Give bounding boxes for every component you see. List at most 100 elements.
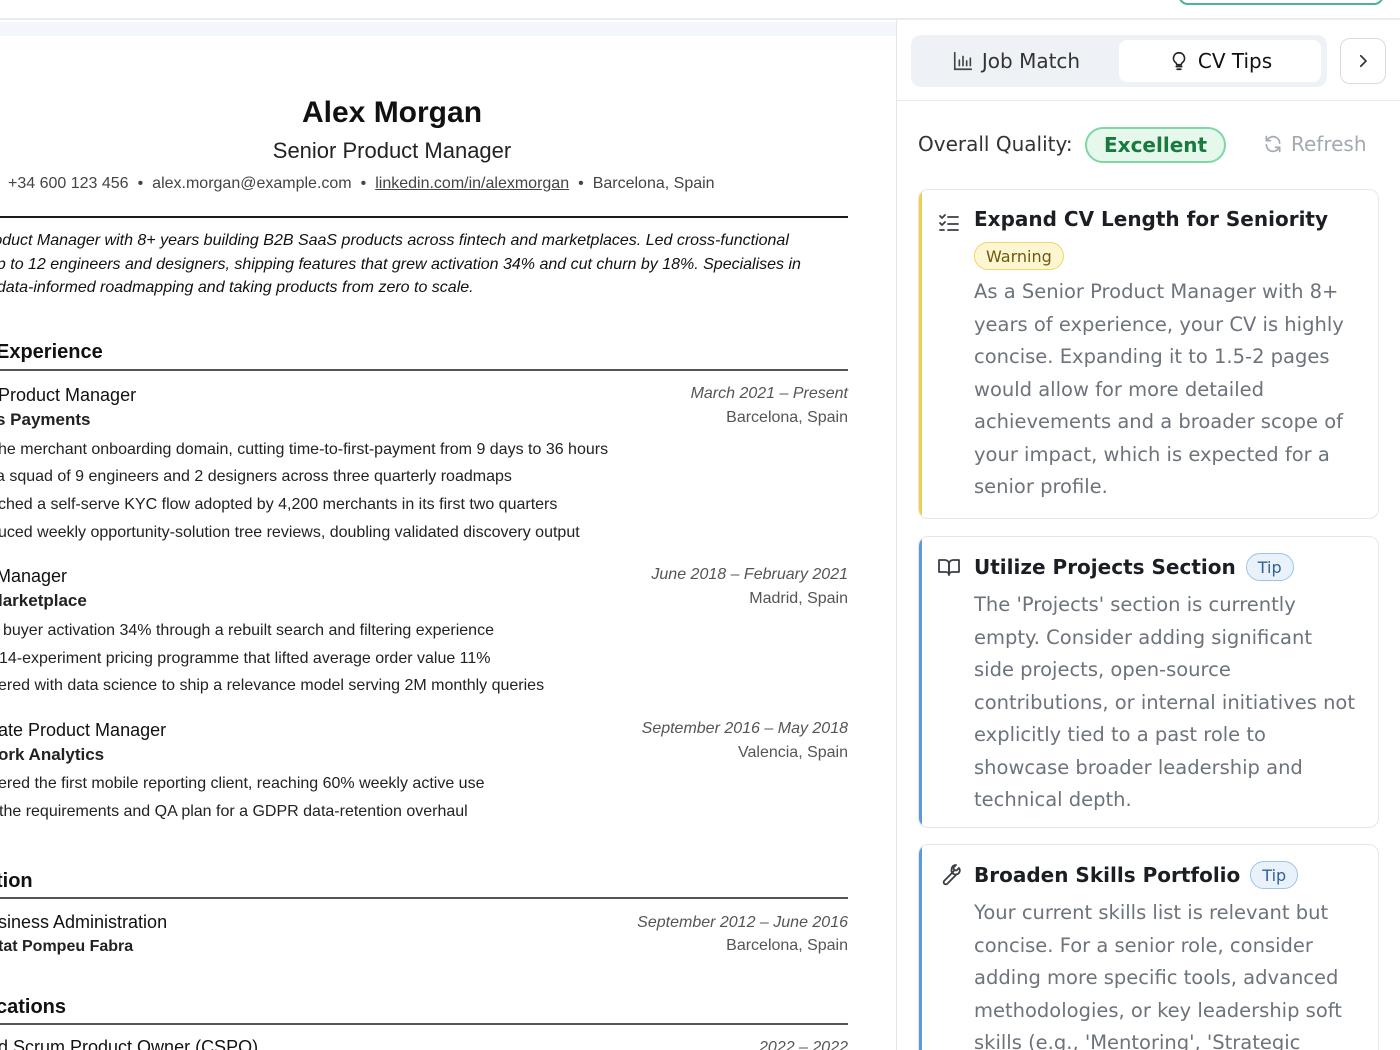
card-body-line: concise. Expanding it to 1.5-2 pages [974, 345, 1330, 368]
job-dates: September 2016 – May 2018 [641, 720, 848, 737]
summary-line: up to 12 engineers and designers, shippi… [0, 256, 801, 273]
job-location: Madrid, Spain [749, 590, 848, 607]
job-role: Manager [0, 566, 68, 586]
card-body: Your current skills list is relevant but… [974, 897, 1366, 1050]
collapse-panel-button[interactable] [1340, 38, 1386, 84]
card-body-line: concise. For a senior role, consider [974, 933, 1313, 957]
contact-location: Barcelona, Spain [592, 175, 715, 192]
card-body-line: your impact, which is expected for a [974, 442, 1330, 466]
card-body: As a Senior Product Manager with 8+ year… [974, 276, 1366, 504]
resume-headline: Senior Product Manager [272, 138, 512, 163]
certification-dates: 2022 – 2022 [759, 1039, 848, 1050]
checklist-icon [939, 214, 959, 231]
header-divider [0, 216, 848, 218]
job-bullet: he merchant onboarding domain, cutting t… [0, 441, 609, 458]
summary-line: roduct Manager with 8+ years building B2… [0, 232, 789, 249]
job-company: ork Analytics [0, 745, 105, 764]
card-accent-bar [919, 537, 922, 827]
lightbulb-icon [1172, 51, 1186, 71]
job-company: s Payments [0, 410, 91, 429]
job-dates: June 2018 – February 2021 [651, 566, 848, 583]
resume-name: Alex Morgan [301, 96, 483, 129]
card-header: Broaden Skills Portfolio Tip [974, 861, 1299, 889]
section-title-certifications: cations [0, 996, 67, 1018]
section-divider [0, 1023, 848, 1025]
card-body-line: technical depth. [974, 788, 1132, 811]
job-bullet: a squad of 9 engineers and 2 designers a… [0, 468, 512, 485]
card-title: Expand CV Length for Seniority [974, 207, 1329, 231]
education-school: tat Pompeu Fabra [0, 938, 134, 955]
tip-badge: Tip [1245, 553, 1294, 581]
contact-phone: +34 600 123 456 [8, 175, 129, 192]
card-body: The 'Projects' section is currently empt… [974, 589, 1366, 817]
job-bullet: uced weekly opportunity-solution tree re… [0, 524, 580, 541]
refresh-button[interactable]: Refresh [1263, 132, 1367, 156]
tab-label: Job Match [981, 49, 1081, 73]
chevron-right-icon [1359, 54, 1367, 68]
tip-card[interactable]: Expand CV Length for Seniority Warning A… [918, 189, 1379, 519]
overall-quality-label: Overall Quality: [918, 132, 1073, 156]
resume-contact-line: +34 600 123 456 • alex.morgan@example.com •… [8, 175, 715, 193]
tab-cv-tips[interactable]: CV Tips [1119, 40, 1321, 82]
job-bullet: ered the first mobile reporting client, … [0, 775, 485, 792]
refresh-label: Refresh [1291, 132, 1367, 156]
certification-name: d Scrum Product Owner (CSPO) [0, 1037, 259, 1050]
contact-separator: • [360, 175, 367, 192]
card-body-line: years of experience, your CV is highly [974, 312, 1344, 336]
job-bullet: buyer activation 34% through a rebuilt s… [3, 622, 494, 639]
job-role: Product Manager [0, 385, 137, 405]
card-body-line: skills (e.g., 'Mentoring', 'Strategic [974, 1031, 1301, 1050]
section-title-education: tion [0, 870, 33, 892]
job-dates: March 2021 – Present [690, 385, 848, 402]
tip-badge: Tip [1250, 861, 1299, 889]
job-company: larketplace [0, 591, 87, 610]
card-body-line: As a Senior Product Manager with 8+ [974, 280, 1339, 303]
job-location: Barcelona, Spain [726, 409, 848, 426]
panel-divider [897, 100, 1400, 101]
toolbar-action-button[interactable] [1178, 0, 1384, 5]
panel-tabs: Job Match CV Tips [911, 35, 1327, 87]
cv-assistant-panel: Job Match CV Tips Overall Quality: Excel… [896, 20, 1400, 1050]
card-header: Utilize Projects Section Tip [974, 553, 1294, 581]
tip-card[interactable]: Broaden Skills Portfolio Tip Your curren… [918, 844, 1379, 1050]
card-accent-bar [919, 190, 922, 518]
card-body-line: senior profile. [974, 475, 1108, 498]
section-divider [0, 897, 848, 899]
job-bullet: 14-experiment pricing programme that lif… [0, 650, 491, 667]
contact-separator: • [137, 175, 144, 192]
summary-line: , data-informed roadmapping and taking p… [0, 279, 474, 296]
card-title: Utilize Projects Section [974, 555, 1236, 579]
job-bullet: ched a self-serve KYC flow adopted by 4,… [0, 496, 558, 513]
warning-badge: Warning [974, 242, 1064, 270]
job-bullet: the requirements and QA plan for a GDPR … [0, 803, 468, 820]
tab-job-match[interactable]: Job Match [916, 40, 1116, 82]
quality-badge: Excellent [1085, 127, 1227, 163]
card-body-line: The 'Projects' section is currently [974, 593, 1296, 616]
card-body-line: achievements and a broader scope of [974, 410, 1343, 433]
tip-card[interactable]: Utilize Projects Section Tip The 'Projec… [918, 536, 1379, 828]
contact-email: alex.morgan@example.com [152, 175, 352, 192]
card-body-line: contributions, or internal initiatives n… [974, 690, 1356, 714]
card-body-line: methodologies, or key leadership soft [974, 998, 1342, 1022]
card-body-line: showcase broader leadership and [974, 755, 1303, 779]
tab-label: CV Tips [1197, 49, 1273, 73]
education-degree: siness Administration [0, 912, 168, 932]
resume-page: Alex Morgan Senior Product Manager +34 6… [0, 36, 896, 1050]
section-title-experience: Experience [0, 341, 103, 363]
contact-separator: • [578, 175, 584, 192]
contact-linkedin-link[interactable]: linkedin.com/in/alexmorgan [375, 175, 569, 192]
top-toolbar [0, 0, 1400, 20]
card-body-line: explicitly tied to a past role to [974, 723, 1266, 746]
job-role: ate Product Manager [0, 720, 167, 740]
card-accent-bar [919, 845, 922, 1050]
job-bullet: ered with data science to ship a relevan… [0, 677, 545, 694]
wrench-icon [942, 864, 961, 886]
job-location: Valencia, Spain [738, 744, 848, 761]
card-badge: Warning [974, 242, 1064, 270]
card-body-line: empty. Consider adding significant [974, 625, 1312, 649]
book-icon [938, 559, 960, 576]
section-divider [0, 369, 848, 371]
card-body-line: adding more specific tools, advanced [974, 966, 1339, 989]
refresh-icon [1265, 135, 1281, 153]
card-body-line: Your current skills list is relevant but [974, 901, 1329, 924]
